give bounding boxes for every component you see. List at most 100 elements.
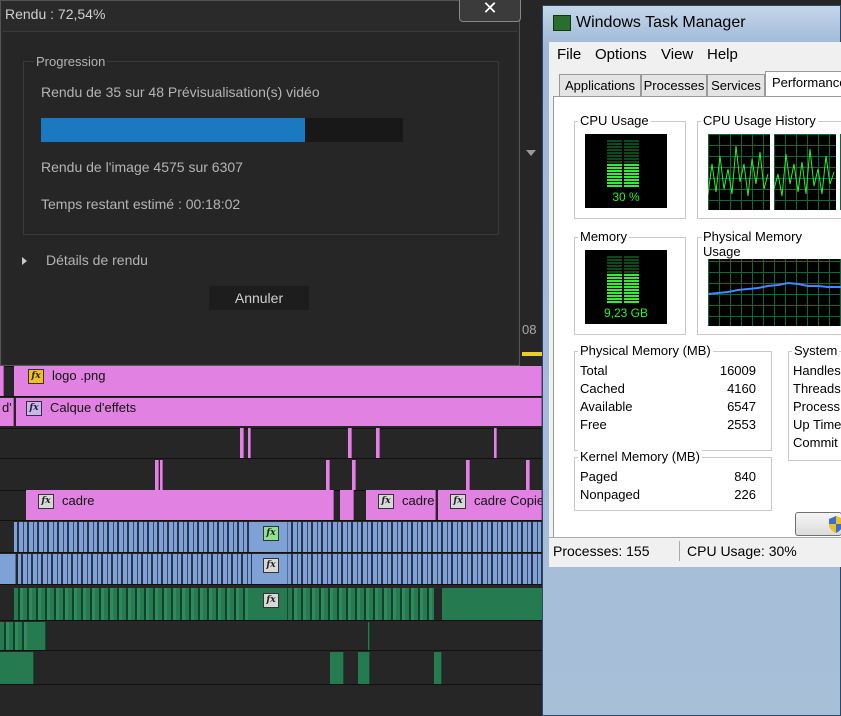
- menu-options[interactable]: Options: [595, 46, 647, 63]
- task-manager-icon: [553, 15, 571, 31]
- status-divider: [679, 541, 680, 561]
- meter-segment: [607, 167, 622, 169]
- expand-arrow-icon[interactable]: [22, 257, 27, 265]
- meter-segment: [624, 182, 639, 184]
- close-button[interactable]: ✕: [459, 0, 521, 22]
- meter-segment: [607, 146, 622, 148]
- timeline-clip[interactable]: [14, 588, 252, 620]
- meter-segment: [607, 289, 622, 291]
- timeline-clip[interactable]: fx: [252, 588, 288, 620]
- timeline-clip[interactable]: [0, 554, 16, 584]
- menu-view[interactable]: View: [661, 46, 693, 63]
- timeline-clip[interactable]: [340, 490, 354, 520]
- timeline-clip[interactable]: [288, 588, 434, 620]
- meter-segment: [624, 179, 639, 181]
- timeline-clip[interactable]: [155, 460, 159, 490]
- timeline-clip[interactable]: [330, 652, 344, 684]
- clip-logo[interactable]: fx logo .png: [14, 366, 542, 396]
- menu-file[interactable]: File: [557, 46, 581, 63]
- timecode-fragment: 08: [522, 322, 537, 337]
- render-titlebar[interactable]: Rendu : 72,54%: [1, 1, 521, 31]
- chevron-down-icon[interactable]: [526, 150, 536, 156]
- timeline-clip[interactable]: [28, 622, 46, 650]
- fx-badge-icon[interactable]: fx: [263, 593, 279, 608]
- tab-performance[interactable]: Performance: [765, 71, 841, 98]
- performance-panel: 30 % CPU Usage CPU Usage History 9,23 GB…: [553, 96, 841, 559]
- timeline-clip[interactable]: [0, 622, 28, 650]
- meter-segment: [624, 155, 639, 157]
- tab-processes[interactable]: Processes: [641, 74, 707, 96]
- cancel-button[interactable]: Annuler: [209, 286, 309, 310]
- meter-segment: [607, 256, 622, 258]
- render-dialog: Rendu : 72,54% ✕ Progression Rendu de 35…: [0, 0, 521, 366]
- timeline-clip[interactable]: [288, 554, 542, 584]
- timeline-clip[interactable]: [352, 460, 356, 490]
- stat-label: Total: [580, 363, 608, 378]
- timeline-clip[interactable]: [240, 428, 244, 458]
- timeline-clip[interactable]: [0, 366, 4, 396]
- timeline-clip[interactable]: [348, 428, 352, 458]
- timeline-clip[interactable]: [358, 652, 370, 684]
- menu-help[interactable]: Help: [707, 46, 738, 63]
- stat-value: 840: [734, 469, 756, 484]
- resource-monitor-button[interactable]: [795, 512, 841, 536]
- timeline-clip[interactable]: [466, 460, 470, 490]
- kernel-memory-title: Kernel Memory (MB): [578, 449, 702, 464]
- fx-badge-icon[interactable]: fx: [450, 494, 466, 509]
- kernel-memory-stats: [574, 457, 772, 511]
- fx-badge-icon[interactable]: fx: [26, 401, 42, 416]
- cpu-history-line: [773, 148, 835, 197]
- cpu-usage-title: CPU Usage: [578, 113, 651, 128]
- render-details-toggle[interactable]: Détails de rendu: [46, 252, 148, 268]
- timeline-clip[interactable]: [326, 460, 330, 490]
- timeline-clip[interactable]: [288, 522, 542, 552]
- meter-segment: [607, 301, 622, 303]
- system-title: System: [792, 343, 840, 358]
- tab-services[interactable]: Services: [707, 74, 765, 96]
- cpu-usage-value: 30 %: [612, 190, 640, 204]
- render-title: Rendu : 72,54%: [5, 6, 106, 22]
- timeline-clip[interactable]: [368, 622, 370, 650]
- clip-cadre-copie[interactable]: fx cadre Copie: [438, 490, 544, 520]
- meter-segment: [624, 283, 639, 285]
- meter-segment: [607, 262, 622, 264]
- stat-label: Commit: [793, 435, 838, 450]
- cpu-usage-meter: 30 %: [585, 134, 667, 208]
- timeline-clip[interactable]: [376, 428, 380, 458]
- timeline-clip[interactable]: fx: [252, 554, 288, 584]
- meter-segment: [624, 274, 639, 276]
- fx-badge-icon[interactable]: fx: [38, 494, 54, 509]
- cpu-history-group: [697, 121, 841, 219]
- physical-memory-title: Physical Memory (MB): [578, 343, 713, 358]
- timeline-clip[interactable]: [18, 554, 252, 584]
- work-area-bar[interactable]: [522, 352, 542, 356]
- fx-badge-icon[interactable]: fx: [263, 526, 279, 541]
- task-manager-body: File Options View Help Applications Proc…: [549, 42, 841, 567]
- meter-segment: [624, 265, 639, 267]
- clip-cadre-2[interactable]: fx cadre: [366, 490, 436, 520]
- memory-title: Memory: [578, 229, 629, 244]
- timeline-clip[interactable]: [248, 428, 251, 458]
- timeline-clip[interactable]: [526, 460, 530, 490]
- meter-segment: [624, 164, 639, 166]
- tab-applications[interactable]: Applications: [559, 74, 641, 96]
- physical-memory-history-title: Physical Memory Usage: [701, 229, 841, 259]
- timeline-clip[interactable]: fx: [252, 522, 288, 552]
- timeline-clip[interactable]: [494, 428, 497, 458]
- stat-value: 2553: [727, 417, 756, 432]
- clip-calque-effets[interactable]: fx Calque d'effets: [16, 398, 542, 426]
- timeline-clip[interactable]: [0, 652, 34, 684]
- status-bar: Processes: 155 CPU Usage: 30%: [549, 537, 841, 564]
- clip-cadre[interactable]: fx cadre: [26, 490, 334, 520]
- render-content: Progression Rendu de 35 sur 48 Prévisual…: [3, 31, 517, 364]
- meter-segment: [624, 152, 639, 154]
- memory-value: 9,23 GB: [603, 306, 649, 320]
- fx-badge-icon[interactable]: fx: [28, 369, 44, 384]
- fx-badge-icon[interactable]: fx: [263, 558, 279, 573]
- memory-group: 9,23 GB: [574, 237, 686, 335]
- timeline-clip[interactable]: [14, 522, 252, 552]
- meter-segment: [624, 173, 639, 175]
- timeline-clip[interactable]: [434, 652, 442, 684]
- fx-badge-icon[interactable]: fx: [378, 494, 394, 509]
- timeline-clip[interactable]: [160, 460, 163, 490]
